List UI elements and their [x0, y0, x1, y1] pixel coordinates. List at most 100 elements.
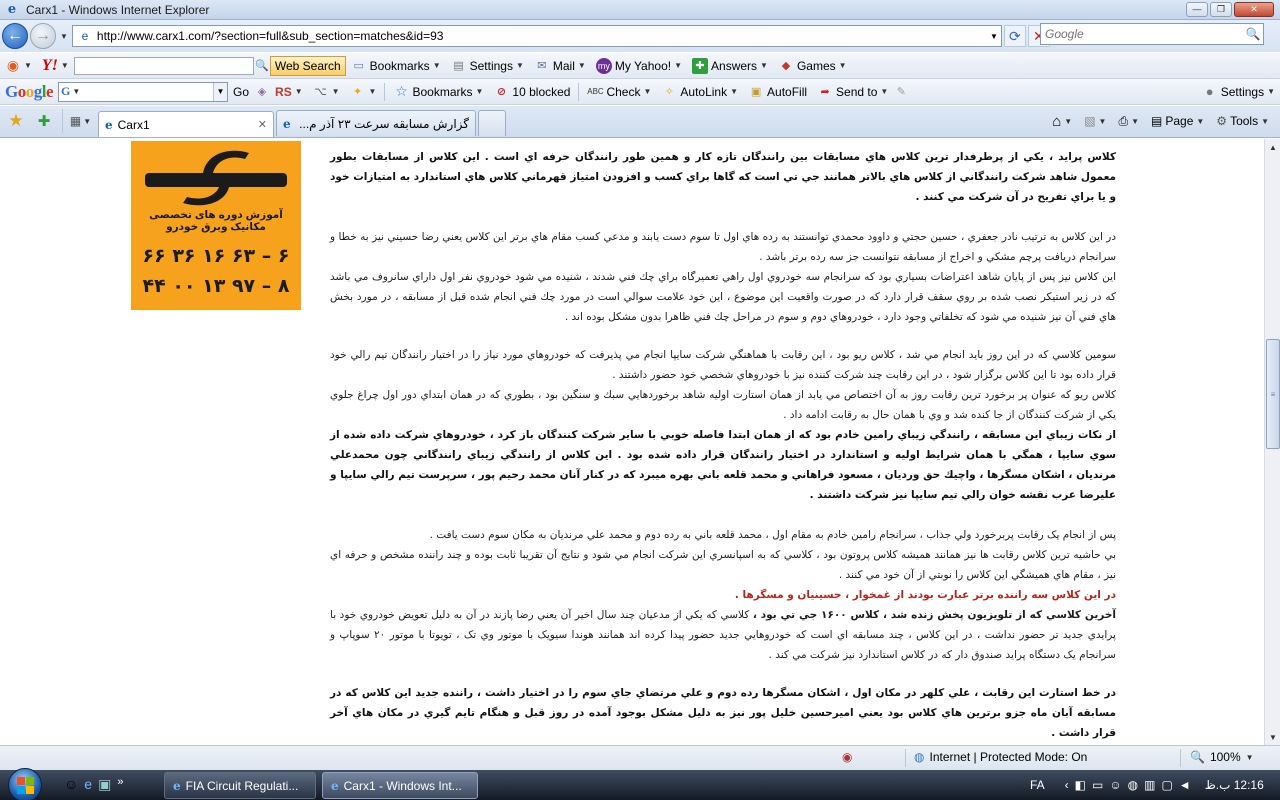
- chevron-down-icon: ▼: [760, 61, 768, 70]
- favorites-center-icon[interactable]: ★: [4, 109, 28, 133]
- vertical-scrollbar[interactable]: ▲ ≡ ▼: [1264, 139, 1280, 745]
- page-menu-button[interactable]: ▤ Page ▼: [1146, 110, 1209, 132]
- google-search-options-icon[interactable]: ◈: [254, 84, 270, 100]
- tray-volume-icon[interactable]: ◄: [1179, 778, 1191, 792]
- ie-page-icon: e: [283, 116, 291, 131]
- windows-logo-icon: [16, 776, 34, 794]
- ie-icon[interactable]: e: [84, 776, 92, 793]
- search-icon[interactable]: 🔍: [1243, 27, 1263, 41]
- yahoo-search-input[interactable]: [73, 56, 254, 75]
- refresh-icon[interactable]: ⟳: [1003, 25, 1026, 47]
- taskbar-item-carx1[interactable]: e Carx1 - Windows Int...: [322, 772, 478, 799]
- minimize-button[interactable]: —: [1186, 2, 1208, 17]
- search-icon[interactable]: 🔍: [254, 58, 270, 74]
- language-indicator[interactable]: FA: [1030, 778, 1045, 792]
- scroll-down-arrow[interactable]: ▼: [1265, 729, 1280, 745]
- google-bookmarks-button[interactable]: ☆ Bookmarks ▼: [388, 81, 488, 103]
- tray-expand-icon[interactable]: ‹: [1065, 778, 1069, 792]
- address-url[interactable]: http://www.carx1.com/?section=full&sub_s…: [97, 29, 987, 43]
- address-bar[interactable]: e http://www.carx1.com/?section=full&sub…: [71, 25, 1002, 47]
- status-divider: [1180, 749, 1181, 767]
- spell-check-button[interactable]: ABC Check ▼: [582, 81, 656, 103]
- home-icon: ⌂: [1052, 112, 1062, 130]
- system-tray: FA ‹ ◧ ▭ ☺ ◍ ▥ ▢ ◄ 12:16 ب.ظ: [1030, 770, 1264, 800]
- google-logo-button[interactable]: Google: [0, 81, 58, 103]
- google-search-combo[interactable]: G ▼ ▼: [58, 81, 229, 102]
- add-to-favorites-icon[interactable]: ✚: [32, 109, 56, 133]
- page-viewport: آموزش دوره های تخصصی مکانیک وبرق خودرو ۶…: [0, 139, 1264, 745]
- search-input[interactable]: [1041, 27, 1243, 41]
- answers-button[interactable]: ✚ Answers ▼: [687, 55, 773, 77]
- quick-tabs-button[interactable]: ▦ ▼: [62, 109, 98, 133]
- autolink-button[interactable]: ✧ AutoLink ▼: [656, 81, 743, 103]
- autofill-button[interactable]: ▣ AutoFill: [743, 81, 812, 103]
- yahoo-menu-button[interactable]: ◉ ▼: [0, 55, 37, 77]
- yahoo-settings-button[interactable]: ▤ Settings ▼: [446, 55, 529, 77]
- zoom-control[interactable]: 🔍 100% ▼: [1190, 750, 1254, 764]
- taskbar-item-fia[interactable]: e FIA Circuit Regulati...: [164, 772, 316, 799]
- quick-launch-more-icon[interactable]: »: [117, 776, 123, 793]
- toolbar-divider: [578, 82, 580, 101]
- recent-pages-dropdown[interactable]: ▼: [60, 32, 68, 41]
- tools-menu-button[interactable]: ⚙ Tools ▼: [1211, 110, 1274, 132]
- privacy-report-icon[interactable]: ◉: [842, 750, 852, 764]
- tab-race-report[interactable]: e گزارش مسابقه سرعت ۲۳ آذر م...: [276, 110, 476, 136]
- google-settings-button[interactable]: ● Settings ▼: [1197, 81, 1280, 103]
- tray-monitor-icon[interactable]: ▢: [1161, 778, 1172, 792]
- address-dropdown-icon[interactable]: ▼: [987, 32, 1001, 41]
- answers-icon: ✚: [692, 57, 709, 74]
- google-go-button[interactable]: Go: [228, 81, 254, 103]
- google-search-dropdown[interactable]: ▼: [213, 82, 228, 101]
- ad-text: آموزش دوره های تخصصی مکانیک وبرق خودرو: [149, 209, 283, 233]
- start-button[interactable]: [8, 768, 42, 800]
- yahoo-settings-label: Settings: [469, 58, 513, 73]
- close-button[interactable]: ✕: [1234, 2, 1274, 17]
- maximize-button[interactable]: ❐: [1210, 2, 1232, 17]
- new-tab-button[interactable]: [478, 110, 506, 136]
- feeds-button[interactable]: ▧ ▼: [1079, 110, 1111, 132]
- yahoo-bookmarks-button[interactable]: ▭ Bookmarks ▼: [346, 55, 446, 77]
- security-zone[interactable]: ◍ Internet | Protected Mode: On: [914, 750, 1087, 764]
- messenger-icon[interactable]: ☺: [64, 776, 78, 793]
- games-button[interactable]: ◆ Games ▼: [773, 55, 852, 77]
- send-to-button[interactable]: ➦ Send to ▼: [812, 81, 893, 103]
- forward-button[interactable]: →: [30, 23, 56, 49]
- ad-banner[interactable]: آموزش دوره های تخصصی مکانیک وبرق خودرو ۶…: [131, 141, 301, 310]
- tab-carx1[interactable]: e Carx1 ✕: [98, 111, 274, 137]
- spellcheck-icon: ABC: [587, 87, 604, 96]
- web-search-button[interactable]: Web Search: [269, 55, 346, 76]
- tray-display-icon[interactable]: ▭: [1092, 778, 1103, 792]
- tray-messenger-icon[interactable]: ☺: [1109, 778, 1121, 792]
- chevron-down-icon: ▼: [60, 61, 69, 70]
- my-yahoo-button[interactable]: my My Yahoo! ▼: [591, 55, 687, 77]
- article-paragraph: در خط استارت اين رقابت ، علي كلهر در مكا…: [330, 687, 1116, 739]
- tray-security-icon[interactable]: ◍: [1128, 778, 1138, 792]
- scroll-up-arrow[interactable]: ▲: [1265, 139, 1280, 155]
- ie-icon: e: [173, 778, 181, 793]
- scroll-thumb[interactable]: ≡: [1266, 339, 1280, 449]
- tray-network-icon[interactable]: ▥: [1144, 778, 1155, 792]
- printer-icon: ⎙: [1118, 113, 1129, 128]
- ie-icon: e: [331, 778, 339, 793]
- command-bar: ⌂ ▼ ▧ ▼ ⎙ ▼ ▤ Page ▼ ⚙ Tools ▼: [1047, 110, 1274, 132]
- ie-icon: e: [7, 2, 17, 17]
- back-button[interactable]: ←: [2, 23, 28, 49]
- toolbar-divider: [384, 82, 386, 101]
- clock[interactable]: 12:16 ب.ظ: [1205, 778, 1264, 792]
- tray-app-icon[interactable]: ◧: [1075, 778, 1086, 792]
- rs-label: RS: [275, 84, 292, 99]
- popup-blocker-button[interactable]: ⊘ 10 blocked: [488, 81, 575, 103]
- home-button[interactable]: ⌂ ▼: [1047, 110, 1077, 132]
- mail-button[interactable]: ✉ Mail ▼: [529, 55, 591, 77]
- tab-label: Carx1: [117, 117, 150, 132]
- close-tab-icon[interactable]: ✕: [258, 118, 267, 131]
- yahoo-logo-button[interactable]: Y! ▼: [37, 55, 74, 77]
- print-button[interactable]: ⎙ ▼: [1113, 110, 1144, 132]
- ad-phone-2: ۴۴ ۰۰ ۱۳ ۹۷ – ۸: [142, 275, 290, 297]
- article-paragraph: بي حاشيه ترين كلاس رقابت ها نيز همانند ه…: [330, 549, 1116, 581]
- rs-button[interactable]: RS ▼: [270, 81, 308, 103]
- pencil-icon[interactable]: ✎: [893, 84, 909, 100]
- google-share-button[interactable]: ⌥ ▼: [308, 81, 345, 103]
- show-desktop-icon[interactable]: ▣: [98, 776, 111, 793]
- google-gadgets-button[interactable]: ✦ ▼: [345, 81, 382, 103]
